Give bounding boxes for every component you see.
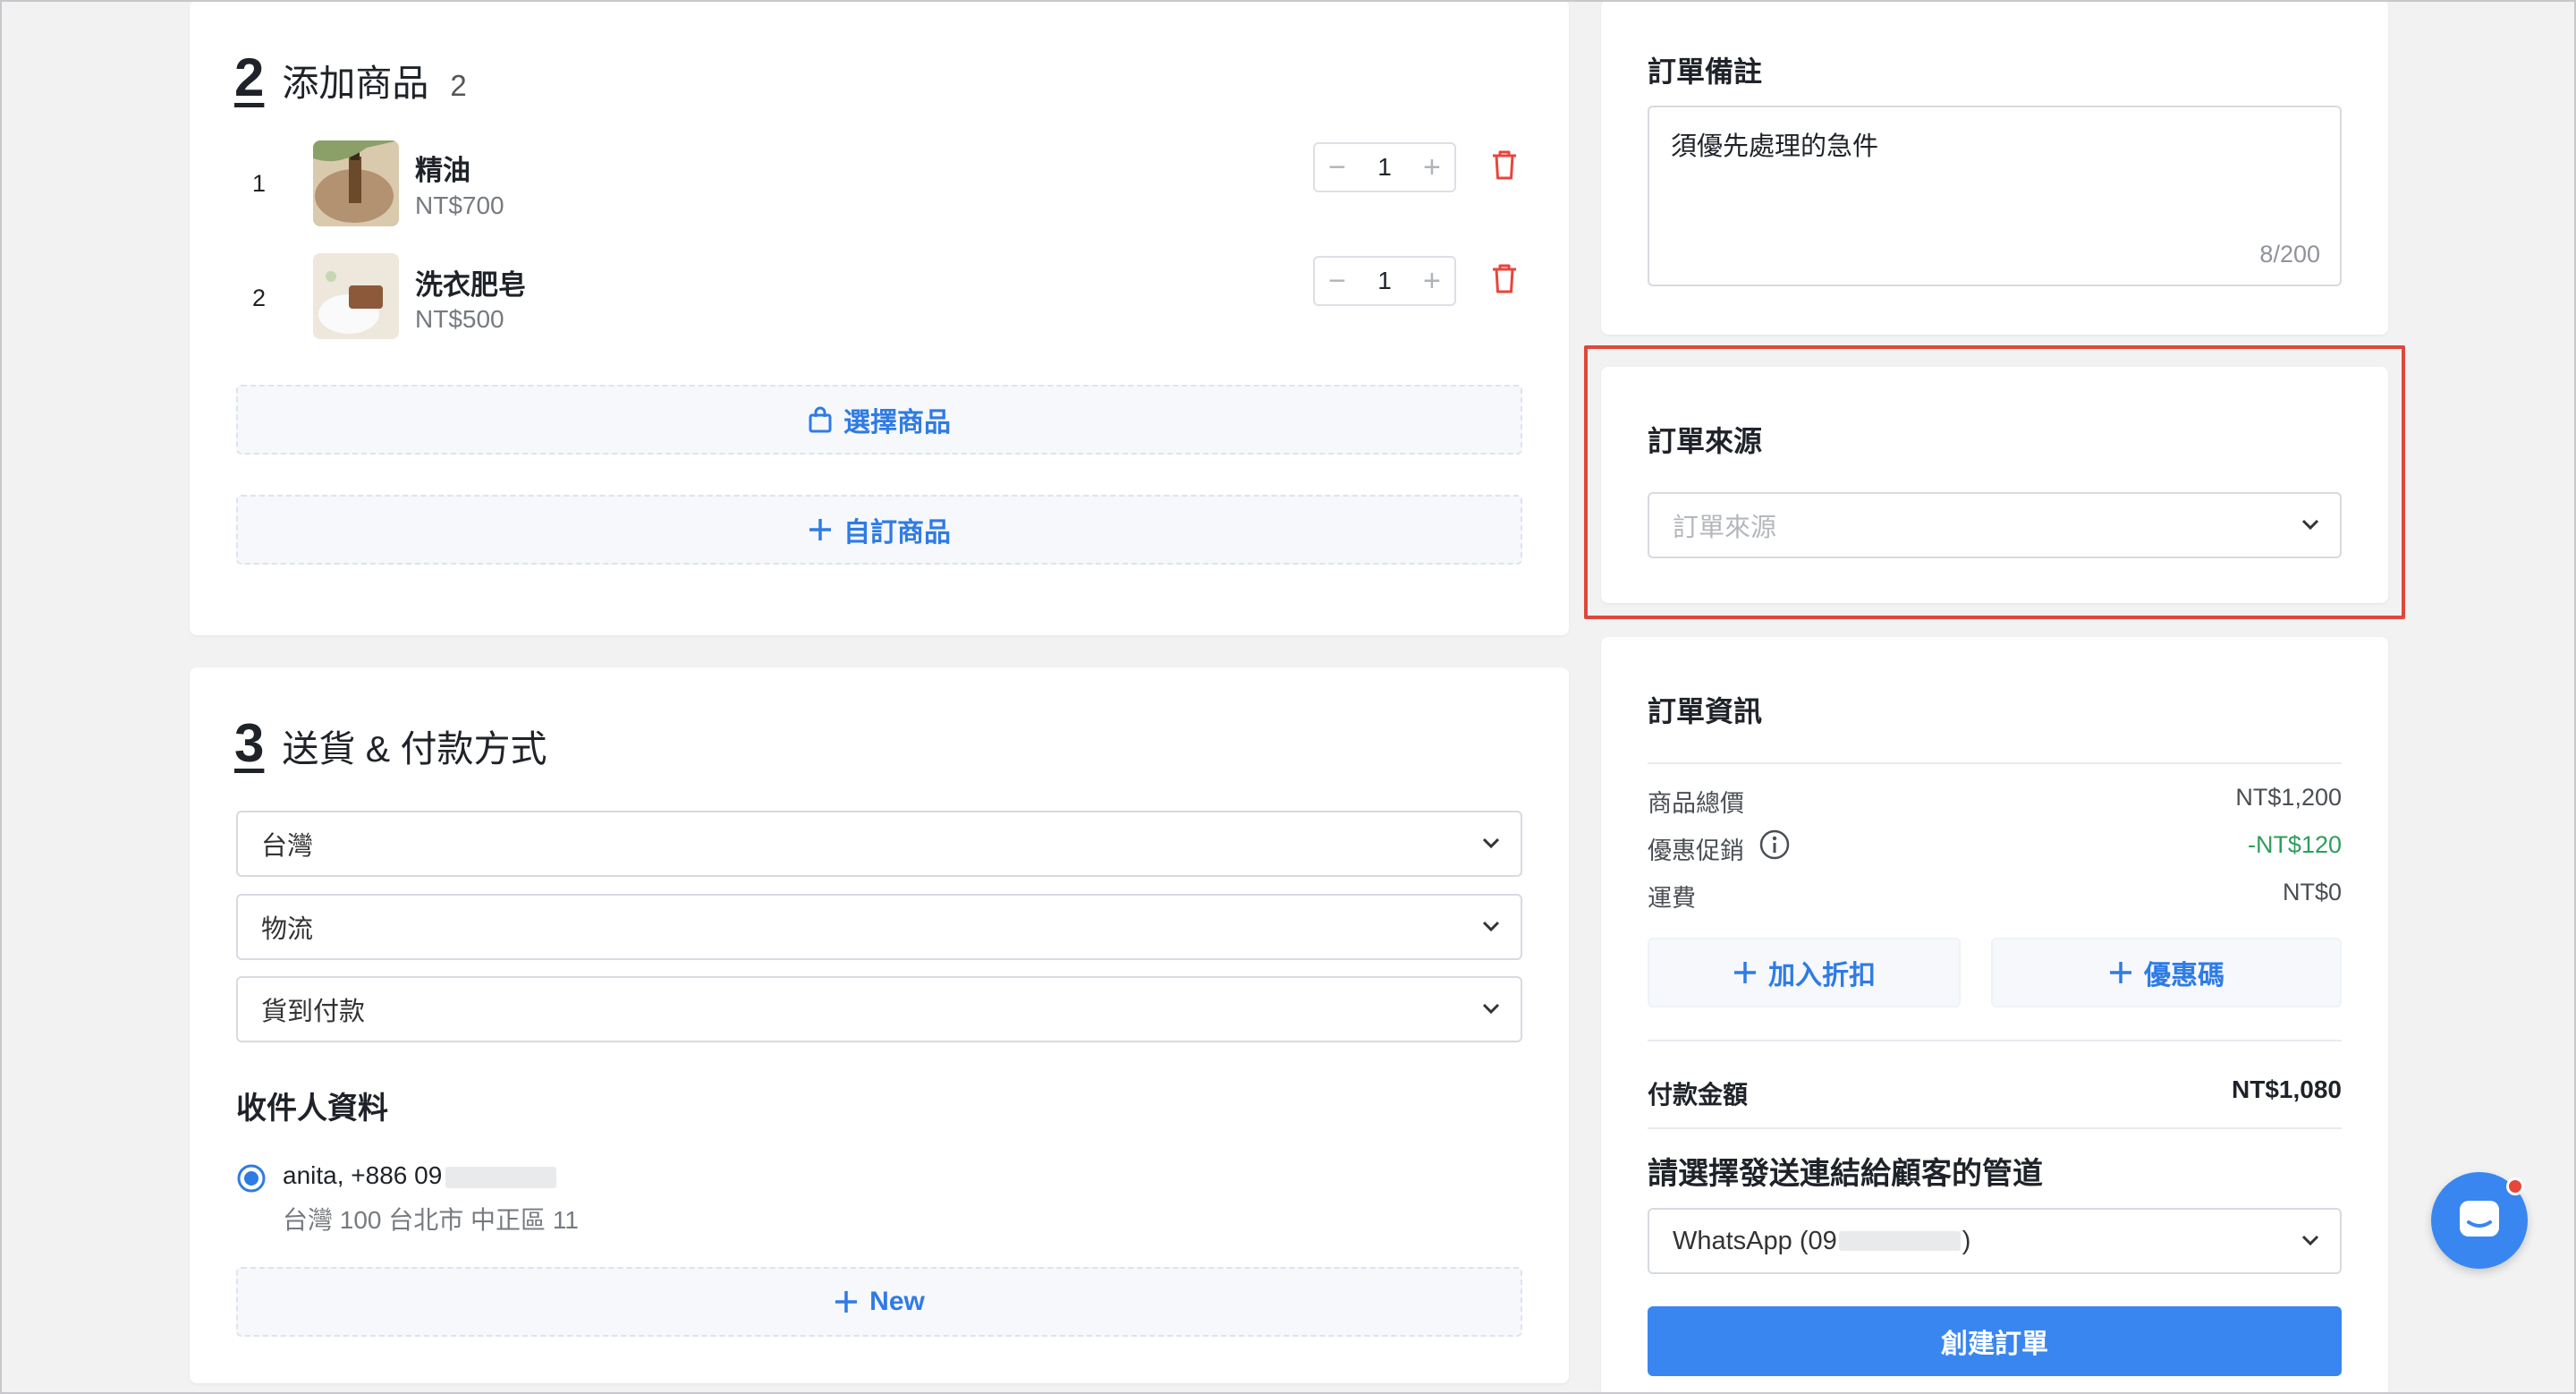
- channel-select[interactable]: WhatsApp (09 ): [1648, 1208, 2342, 1274]
- add-discount-label: 加入折扣: [1768, 961, 1876, 990]
- coupon-code-button[interactable]: 優惠碼: [1991, 938, 2342, 1007]
- masked-phone: [1838, 1231, 1961, 1251]
- new-recipient-button[interactable]: New: [236, 1267, 1522, 1337]
- shipping-payment-card: 3 送貨 & 付款方式 台灣 物流 貨到付款 收件人資料 anita, +886…: [190, 667, 1569, 1383]
- add-discount-button[interactable]: 加入折扣: [1648, 938, 1961, 1007]
- custom-product-button[interactable]: 自訂商品: [236, 495, 1522, 565]
- product-thumbnail: [313, 253, 399, 339]
- delivery-value: 物流: [261, 915, 314, 944]
- channel-prefix: WhatsApp (09: [1673, 1226, 1837, 1255]
- order-note-text: 須優先處理的急件: [1671, 132, 1879, 161]
- chat-widget-button[interactable]: [2431, 1172, 2528, 1269]
- subtotal-value: NT$1,200: [2235, 784, 2342, 811]
- chevron-down-icon: [2301, 1235, 2319, 1246]
- channel-suffix: ): [1962, 1226, 1971, 1255]
- promotion-value: -NT$120: [2247, 831, 2342, 858]
- chevron-down-icon: [1482, 921, 1500, 932]
- total-label: 付款金額: [1648, 1081, 1749, 1109]
- divider: [1648, 1127, 2342, 1129]
- decrement-button[interactable]: −: [1324, 152, 1351, 183]
- select-products-button[interactable]: 選擇商品: [236, 385, 1522, 455]
- country-value: 台灣: [261, 832, 314, 861]
- section-title: 添加商品: [282, 63, 429, 104]
- shipping-fee-label: 運費: [1648, 885, 1696, 912]
- section-number: 3: [234, 713, 265, 773]
- plus-icon: [2108, 960, 2133, 985]
- promotion-label: 優惠促銷: [1648, 837, 1744, 864]
- recipient-heading: 收件人資料: [236, 1092, 388, 1126]
- custom-product-label: 自訂商品: [843, 518, 951, 548]
- delivery-method-select[interactable]: 物流: [236, 894, 1522, 960]
- quantity-stepper: − 1 +: [1313, 256, 1456, 306]
- product-name: 洗衣肥皂: [415, 269, 526, 301]
- quantity-value[interactable]: 1: [1377, 267, 1392, 295]
- coupon-label: 優惠碼: [2144, 961, 2224, 990]
- quantity-stepper: − 1 +: [1313, 142, 1456, 192]
- quantity-value[interactable]: 1: [1377, 153, 1392, 182]
- increment-button[interactable]: +: [1419, 152, 1445, 183]
- shopping-bag-icon: [808, 406, 833, 433]
- order-info-heading: 訂單資訊: [1648, 695, 1763, 727]
- highlight-box: [1584, 345, 2405, 619]
- payment-value: 貨到付款: [261, 998, 366, 1026]
- subtotal-label: 商品總價: [1648, 790, 1744, 817]
- product-price: NT$700: [415, 191, 504, 219]
- item-index: 1: [252, 170, 267, 197]
- decrement-button[interactable]: −: [1324, 266, 1351, 296]
- create-order-button[interactable]: 創建訂單: [1648, 1306, 2342, 1376]
- product-count: 2: [450, 69, 467, 102]
- order-note-heading: 訂單備註: [1648, 55, 1763, 88]
- new-label: New: [869, 1287, 925, 1316]
- order-note-textarea[interactable]: 須優先處理的急件 8/200: [1648, 106, 2342, 286]
- product-price: NT$500: [415, 305, 504, 333]
- char-count: 8/200: [2259, 241, 2320, 268]
- delete-icon[interactable]: [1490, 262, 1519, 294]
- order-info-card: 訂單資訊 商品總價 NT$1,200 優惠促銷 -NT$120 運費 NT$0 …: [1601, 637, 2388, 1394]
- notification-dot: [2506, 1177, 2524, 1195]
- create-order-label: 創建訂單: [1941, 1330, 2048, 1359]
- shipping-fee-value: NT$0: [2282, 879, 2342, 905]
- section-title: 送貨 & 付款方式: [282, 728, 547, 769]
- divider: [1648, 1040, 2342, 1041]
- plus-icon: [808, 517, 833, 542]
- add-products-card: 2 添加商品 2 1 精油 NT$700 − 1 + 2 洗衣肥皂 NT$500…: [190, 0, 1569, 635]
- product-name: 精油: [415, 155, 470, 186]
- masked-phone: [445, 1166, 557, 1188]
- chevron-down-icon: [1482, 837, 1500, 849]
- payment-method-select[interactable]: 貨到付款: [236, 976, 1522, 1042]
- radio-selected-icon[interactable]: [236, 1163, 267, 1194]
- select-products-label: 選擇商品: [843, 408, 951, 438]
- delete-icon[interactable]: [1490, 149, 1519, 181]
- order-note-card: 訂單備註 須優先處理的急件 8/200: [1601, 0, 2388, 335]
- increment-button[interactable]: +: [1419, 266, 1445, 296]
- plus-icon: [834, 1289, 859, 1314]
- recipient-address: 台灣 100 台北市 中正區 11: [283, 1206, 579, 1234]
- plus-icon: [1733, 960, 1758, 985]
- section-number: 2: [234, 47, 265, 107]
- country-select[interactable]: 台灣: [236, 811, 1522, 877]
- info-icon[interactable]: [1758, 829, 1791, 861]
- chat-icon: [2460, 1201, 2499, 1237]
- chevron-down-icon: [1482, 1003, 1500, 1015]
- total-value: NT$1,080: [2232, 1075, 2342, 1103]
- channel-heading: 請選擇發送連結給顧客的管道: [1648, 1157, 2043, 1191]
- divider: [1648, 762, 2342, 764]
- recipient-name-phone: anita, +886 09: [283, 1161, 443, 1189]
- product-thumbnail: [313, 140, 399, 226]
- item-index: 2: [252, 285, 267, 311]
